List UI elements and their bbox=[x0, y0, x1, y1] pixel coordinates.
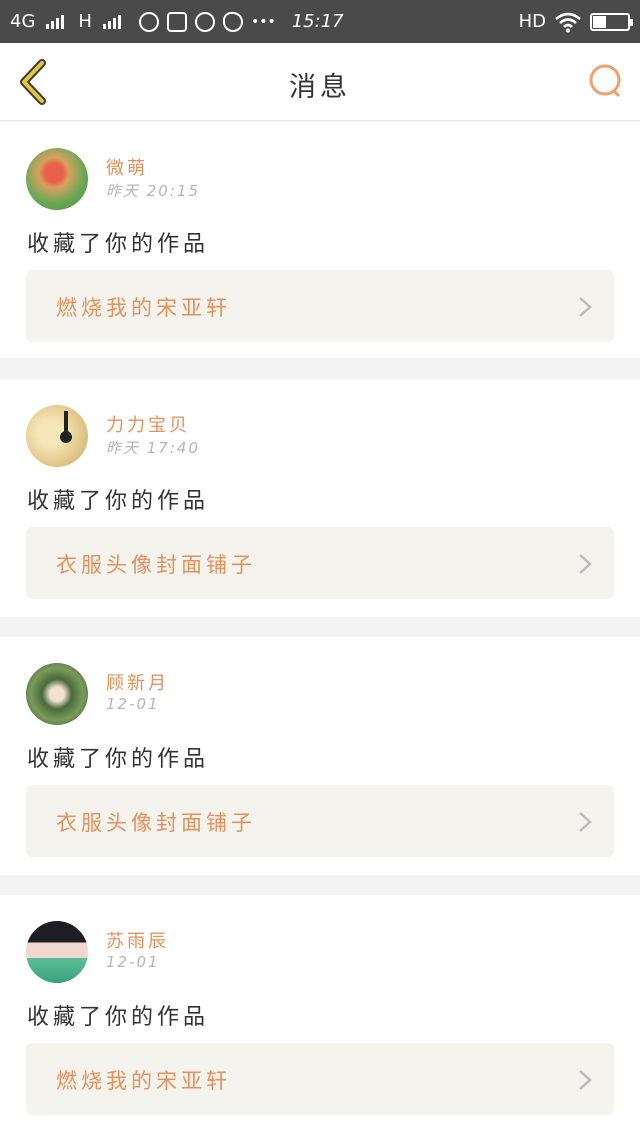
network-4g-label: 4G bbox=[10, 11, 36, 32]
status-bar: 4G H ••• 15:17 HD bbox=[0, 0, 640, 43]
battery-level bbox=[593, 15, 606, 28]
work-link[interactable]: 衣服头像封面铺子 bbox=[26, 527, 614, 599]
message-time: 12-01 bbox=[106, 695, 160, 713]
signal-icon bbox=[46, 14, 65, 29]
chevron-right-icon bbox=[579, 554, 592, 574]
work-title: 燃烧我的宋亚轩 bbox=[56, 1069, 231, 1093]
page-title: 消息 bbox=[289, 72, 351, 103]
work-title: 燃烧我的宋亚轩 bbox=[56, 296, 231, 320]
message-action: 收藏了你的作品 bbox=[27, 747, 210, 772]
chevron-right-icon bbox=[579, 297, 592, 317]
user-name[interactable]: 力力宝贝 bbox=[106, 411, 190, 437]
work-link[interactable]: 燃烧我的宋亚轩 bbox=[26, 1043, 614, 1115]
globe-icon bbox=[138, 11, 159, 32]
avatar-figure-head bbox=[60, 431, 72, 443]
avatar[interactable] bbox=[26, 148, 88, 210]
work-link[interactable]: 燃烧我的宋亚轩 bbox=[26, 270, 614, 342]
message-card: 微萌 昨天 20:15 收藏了你的作品 燃烧我的宋亚轩 bbox=[0, 122, 640, 358]
chevron-right-icon bbox=[579, 1070, 592, 1090]
work-title: 衣服头像封面铺子 bbox=[56, 811, 256, 835]
message-card: 力力宝贝 昨天 17:40 收藏了你的作品 衣服头像封面铺子 bbox=[0, 379, 640, 617]
user-name[interactable]: 顾新月 bbox=[106, 669, 169, 695]
message-time: 12-01 bbox=[106, 953, 160, 971]
user-name[interactable]: 苏雨辰 bbox=[106, 927, 169, 953]
wifi-icon bbox=[555, 12, 581, 32]
message-action: 收藏了你的作品 bbox=[27, 489, 210, 514]
user-name[interactable]: 微萌 bbox=[106, 154, 148, 180]
hd-label: HD bbox=[518, 11, 546, 32]
clock: 15:17 bbox=[291, 11, 344, 32]
avatar[interactable] bbox=[26, 921, 88, 983]
signal-icon-2 bbox=[102, 14, 121, 29]
network-h-label: H bbox=[78, 11, 92, 32]
message-time: 昨天 17:40 bbox=[106, 439, 200, 457]
weibo-icon bbox=[222, 11, 243, 32]
message-card: 苏雨辰 12-01 收藏了你的作品 燃烧我的宋亚轩 bbox=[0, 895, 640, 1138]
qq-icon bbox=[194, 11, 215, 32]
app-icon bbox=[166, 11, 187, 32]
top-bar: 消息 bbox=[0, 43, 640, 121]
chevron-right-icon bbox=[579, 812, 592, 832]
message-card: 顾新月 12-01 收藏了你的作品 衣服头像封面铺子 bbox=[0, 637, 640, 875]
work-link[interactable]: 衣服头像封面铺子 bbox=[26, 785, 614, 857]
avatar[interactable] bbox=[26, 405, 88, 467]
message-action: 收藏了你的作品 bbox=[27, 232, 210, 257]
search-icon[interactable] bbox=[586, 61, 626, 101]
more-dots: ••• bbox=[250, 13, 276, 30]
work-title: 衣服头像封面铺子 bbox=[56, 553, 256, 577]
message-action: 收藏了你的作品 bbox=[27, 1005, 210, 1030]
avatar[interactable] bbox=[26, 663, 88, 725]
battery-icon bbox=[590, 12, 633, 31]
message-time: 昨天 20:15 bbox=[106, 182, 200, 200]
